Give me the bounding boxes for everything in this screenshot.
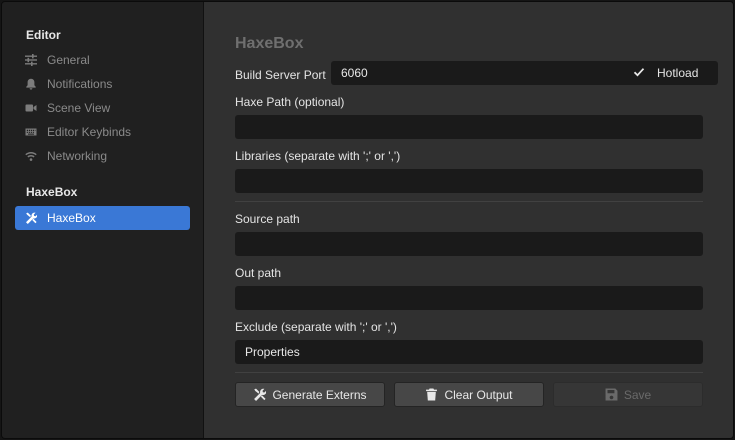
trash-icon xyxy=(426,388,438,401)
haxe-path-label: Haxe Path (optional) xyxy=(235,95,345,109)
sidebar-item-general[interactable]: General xyxy=(15,49,190,71)
clear-output-button[interactable]: Clear Output xyxy=(394,382,544,407)
tools-icon xyxy=(24,211,38,225)
hotload-checkbox[interactable] xyxy=(631,64,647,80)
build-port-label: Build Server Port xyxy=(235,68,326,82)
source-path-input[interactable] xyxy=(235,232,703,256)
divider xyxy=(235,201,703,202)
out-path-input[interactable] xyxy=(235,286,703,310)
bell-icon xyxy=(24,77,38,91)
floppy-disk-icon xyxy=(605,388,618,401)
checkmark-icon xyxy=(633,68,645,77)
exclude-label: Exclude (separate with ';' or ',') xyxy=(235,320,397,334)
sidebar-item-networking[interactable]: Networking xyxy=(15,145,190,167)
hotload-label: Hotload xyxy=(657,66,699,80)
button-label: Generate Externs xyxy=(272,387,367,402)
divider xyxy=(235,372,703,373)
haxe-path-input[interactable] xyxy=(235,115,703,139)
button-label: Clear Output xyxy=(444,387,513,402)
keyboard-icon xyxy=(24,125,38,139)
tools-icon xyxy=(254,388,267,401)
libraries-input[interactable] xyxy=(235,169,703,193)
camera-icon xyxy=(24,101,38,115)
sidebar-item-label: Notifications xyxy=(47,77,113,91)
sidebar-item-label: Editor Keybinds xyxy=(47,125,132,139)
sidebar-item-label: Scene View xyxy=(47,101,111,115)
button-label: Save xyxy=(623,387,652,402)
generate-externs-button[interactable]: Generate Externs xyxy=(235,382,385,407)
sidebar-item-scene-view[interactable]: Scene View xyxy=(15,97,190,119)
libraries-label: Libraries (separate with ';' or ',') xyxy=(235,149,401,163)
sidebar: Editor General Notifications Scene View … xyxy=(2,2,204,438)
sidebar-section-editor: Editor xyxy=(26,28,61,42)
source-path-label: Source path xyxy=(235,212,300,226)
sidebar-item-label: Networking xyxy=(47,149,108,163)
sidebar-item-haxebox[interactable]: HaxeBox xyxy=(15,206,190,230)
sidebar-item-notifications[interactable]: Notifications xyxy=(15,73,190,95)
out-path-label: Out path xyxy=(235,266,282,280)
save-button[interactable]: Save xyxy=(553,382,703,407)
wifi-icon xyxy=(24,149,38,163)
sidebar-item-editor-keybinds[interactable]: Editor Keybinds xyxy=(15,121,190,143)
sidebar-item-label: General xyxy=(47,53,90,67)
sliders-icon xyxy=(24,53,38,67)
sidebar-item-label: HaxeBox xyxy=(47,211,96,225)
page-title: HaxeBox xyxy=(235,35,304,52)
settings-window: Editor General Notifications Scene View … xyxy=(1,1,734,439)
exclude-input[interactable] xyxy=(235,340,703,364)
sidebar-section-haxebox: HaxeBox xyxy=(26,185,78,199)
settings-panel: HaxeBox Build Server Port Hotload Haxe P… xyxy=(204,2,733,438)
